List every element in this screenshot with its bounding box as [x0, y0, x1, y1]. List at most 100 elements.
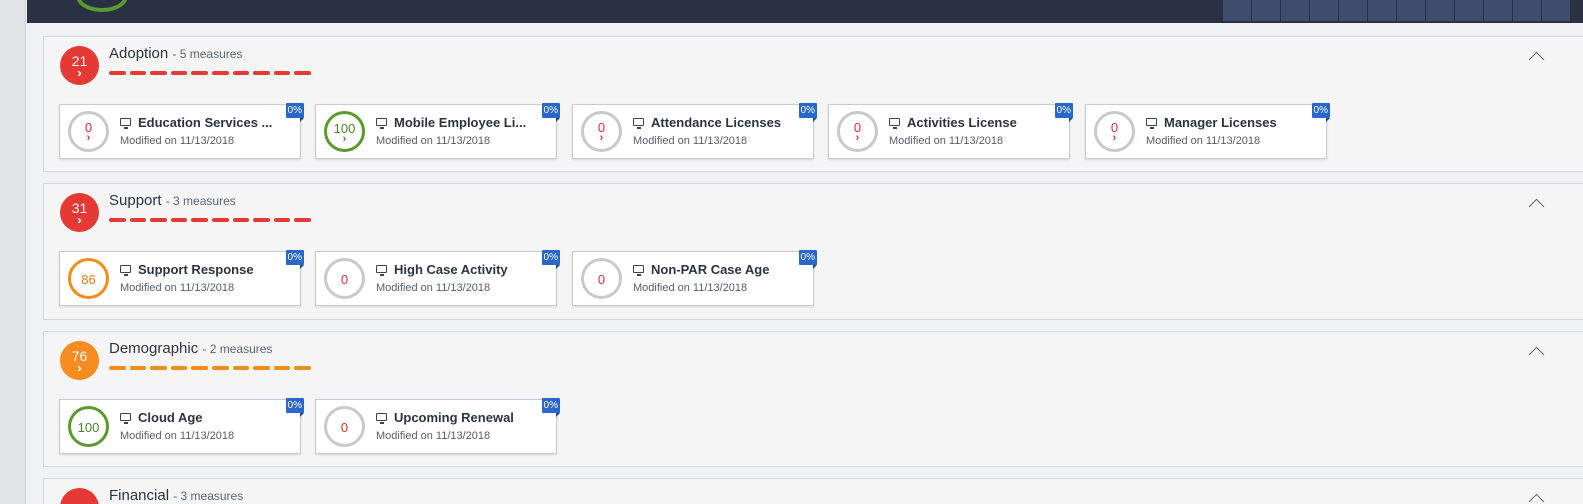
section-support: 31 › Support - 3 measures 86 Support Res… [43, 183, 1583, 320]
timeline-block[interactable] [1222, 0, 1251, 21]
measure-modified: Modified on 11/13/2018 [889, 135, 1004, 147]
measure-score-ring: 0 [324, 258, 365, 299]
measure-score-ring: 100 › [324, 111, 365, 152]
section-measure-count: - 3 measures [165, 194, 236, 208]
measure-title: Cloud Age [138, 410, 203, 425]
section-title: Adoption - 5 measures [109, 45, 242, 62]
overall-score-ring [76, 0, 128, 12]
monitor-icon [120, 118, 131, 129]
percent-tag: 0% [541, 250, 561, 269]
section-score-badge[interactable]: 21 › [60, 46, 99, 85]
measure-title: Support Response [138, 262, 254, 277]
measure-card[interactable]: 0 Non-PAR Case Age Modified on 11/13/201… [572, 250, 818, 306]
measure-card[interactable]: 0 › Activities License Modified on 11/13/… [828, 103, 1074, 159]
percent-tag: 0% [541, 398, 561, 417]
monitor-icon [1146, 118, 1157, 129]
measure-modified: Modified on 11/13/2018 [120, 282, 235, 294]
measure-modified: Modified on 11/13/2018 [376, 282, 491, 294]
measure-score-ring: 0 › [837, 111, 878, 152]
measure-modified: Modified on 11/13/2018 [120, 135, 235, 147]
monitor-icon [633, 265, 644, 276]
measure-modified: Modified on 11/13/2018 [120, 430, 235, 442]
measure-card[interactable]: 0 › Attendance Licenses Modified on 11/13… [572, 103, 818, 159]
section-score-bar [109, 71, 311, 75]
timeline-block[interactable] [1251, 0, 1280, 21]
left-rail [0, 0, 26, 504]
timeline-block[interactable] [1512, 0, 1541, 21]
chevron-right-icon: › [1112, 132, 1117, 144]
percent-tag: 0% [798, 250, 818, 269]
measure-score-ring: 86 [68, 258, 109, 299]
timeline-block[interactable] [1454, 0, 1483, 21]
monitor-icon [376, 413, 387, 424]
measure-score-ring: 100 [68, 406, 109, 447]
measure-score-ring: 0 › [581, 111, 622, 152]
measure-card[interactable]: 0 › Manager Licenses Modified on 11/13/20… [1085, 103, 1331, 159]
section-name: Demographic [109, 340, 199, 357]
measure-score-ring: 0 › [68, 111, 109, 152]
section-measure-count: - 2 measures [202, 342, 273, 356]
percent-tag: 0% [285, 103, 305, 122]
measure-card[interactable]: 0 Upcoming Renewal Modified on 11/13/201… [315, 398, 561, 454]
section-title: Financial - 3 measures [109, 487, 243, 504]
chevron-up-icon[interactable] [1529, 344, 1543, 358]
section-title: Support - 3 measures [109, 192, 236, 209]
measure-title: Attendance Licenses [651, 115, 782, 130]
timeline-block[interactable] [1541, 0, 1570, 21]
timeline-block[interactable] [1367, 0, 1396, 21]
measure-modified: Modified on 11/13/2018 [376, 430, 491, 442]
measure-modified: Modified on 11/13/2018 [376, 135, 491, 147]
monitor-icon [120, 265, 131, 276]
section-score-badge[interactable]: 76 › [60, 341, 99, 380]
timeline-block[interactable] [1396, 0, 1425, 21]
chevron-right-icon: › [77, 66, 82, 80]
section-name: Support [109, 192, 162, 209]
percent-tag: 0% [798, 103, 818, 122]
section-title: Demographic - 2 measures [109, 340, 272, 357]
measure-score-ring: 0 › [1094, 111, 1135, 152]
chevron-up-icon[interactable] [1529, 491, 1543, 504]
measure-score-ring: 0 [324, 406, 365, 447]
measure-card[interactable]: 100 › Mobile Employee Li... Modified on 1… [315, 103, 561, 159]
measure-title: Upcoming Renewal [394, 410, 514, 425]
monitor-icon [633, 118, 644, 129]
section-score-badge[interactable] [60, 488, 99, 504]
timeline-block[interactable] [1425, 0, 1454, 21]
measure-title: Manager Licenses [1164, 115, 1277, 130]
measure-card[interactable]: 0 › Education Services ... Modified on 11… [59, 103, 305, 159]
measure-title: Mobile Employee Li... [394, 115, 527, 130]
chevron-right-icon: › [77, 213, 82, 227]
measure-title: Education Services ... [138, 115, 273, 130]
chevron-right-icon: › [855, 132, 860, 144]
monitor-icon [889, 118, 900, 129]
timeline-block[interactable] [1309, 0, 1338, 21]
section-measure-count: - 3 measures [173, 489, 244, 503]
chevron-up-icon[interactable] [1529, 196, 1543, 210]
measure-card[interactable]: 86 Support Response Modified on 11/13/20… [59, 250, 305, 306]
chevron-up-icon[interactable] [1529, 49, 1543, 63]
measure-card[interactable]: 0 High Case Activity Modified on 11/13/2… [315, 250, 561, 306]
chevron-right-icon: › [342, 133, 347, 145]
section-measure-count: - 5 measures [172, 47, 243, 61]
timeline-block[interactable] [1280, 0, 1309, 21]
measure-modified: Modified on 11/13/2018 [633, 135, 748, 147]
measure-card[interactable]: 100 Cloud Age Modified on 11/13/2018 0% [59, 398, 305, 454]
section-name: Financial [109, 487, 170, 504]
measure-title: High Case Activity [394, 262, 508, 277]
timeline-block[interactable] [1483, 0, 1512, 21]
monitor-icon [376, 118, 387, 129]
monitor-icon [120, 413, 131, 424]
header-timeline-blocks [1222, 0, 1583, 21]
measure-modified: Modified on 11/13/2018 [633, 282, 748, 294]
chevron-right-icon: › [77, 361, 82, 375]
chevron-right-icon: › [86, 132, 91, 144]
monitor-icon [376, 265, 387, 276]
section-adoption: 21 › Adoption - 5 measures 0 › Education … [43, 36, 1583, 172]
section-demographic: 76 › Demographic - 2 measures 100 Cloud … [43, 331, 1583, 467]
section-name: Adoption [109, 45, 169, 62]
measure-title: Non-PAR Case Age [651, 262, 770, 277]
timeline-block[interactable] [1338, 0, 1367, 21]
percent-tag: 0% [285, 398, 305, 417]
section-score-badge[interactable]: 31 › [60, 193, 99, 232]
percent-tag: 0% [285, 250, 305, 269]
